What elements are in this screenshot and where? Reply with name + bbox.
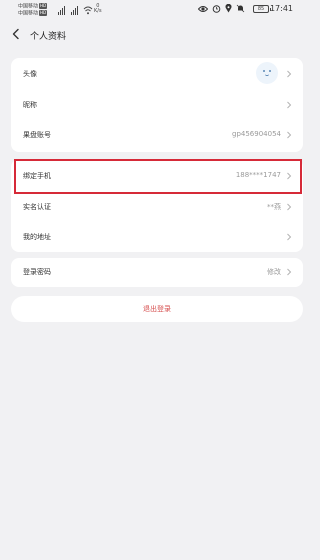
password-row[interactable]: 登录密码 修改	[11, 258, 303, 287]
back-arrow-icon[interactable]	[10, 28, 22, 40]
realname-label: 实名认证	[23, 203, 51, 211]
eye-icon	[198, 5, 208, 12]
wifi-icon	[83, 6, 93, 15]
chevron-right-icon	[287, 203, 292, 211]
avatar-label: 头像	[23, 70, 37, 78]
account-row: 果盘账号 gp456904054	[11, 120, 303, 152]
profile-card: 头像 昵称 果盘账号 gp456904054	[11, 58, 303, 152]
carrier-2-label: 中国移动	[18, 10, 39, 17]
avatar[interactable]	[256, 62, 278, 84]
account-value: gp456904054	[232, 130, 281, 138]
address-label: 我的地址	[23, 233, 51, 241]
net-speed-unit: K/s	[94, 8, 102, 14]
location-icon	[225, 4, 232, 13]
clock: 17:41	[269, 4, 293, 13]
address-row[interactable]: 我的地址	[11, 222, 303, 252]
hd-badge-2: HD	[39, 10, 48, 16]
carrier-1-label: 中国移动	[18, 3, 39, 10]
bell-mute-icon	[236, 4, 245, 13]
alarm-icon	[212, 5, 221, 13]
realname-row[interactable]: 实名认证 **燕	[11, 192, 303, 222]
password-change-link[interactable]: 修改	[267, 267, 281, 277]
signal-icon	[58, 5, 93, 15]
chevron-right-icon	[287, 70, 292, 78]
nickname-row[interactable]: 昵称	[11, 90, 303, 120]
battery-level: 85	[257, 6, 265, 12]
page-title: 个人资料	[30, 32, 67, 42]
status-bar: 中国移动 HD 中国移动 HD 0 K/s 85 17:41	[0, 0, 315, 22]
chevron-right-icon	[287, 233, 292, 241]
carrier-1: 中国移动 HD	[18, 3, 48, 10]
account-label: 果盘账号	[23, 131, 51, 139]
highlight-box	[14, 159, 302, 194]
status-icons	[198, 4, 245, 13]
hd-badge: HD	[39, 3, 48, 9]
chevron-right-icon	[287, 268, 292, 276]
password-label: 登录密码	[23, 268, 51, 276]
battery-icon: 85	[253, 5, 271, 13]
logout-button[interactable]: 退出登录	[11, 296, 303, 322]
header: 个人资料	[0, 22, 315, 48]
chevron-right-icon	[287, 131, 292, 139]
chevron-right-icon	[287, 101, 292, 109]
password-card: 登录密码 修改	[11, 258, 303, 287]
realname-value: **燕	[267, 203, 281, 211]
avatar-row[interactable]: 头像	[11, 58, 303, 90]
net-speed: 0 K/s	[94, 4, 102, 14]
carrier-2: 中国移动 HD	[18, 10, 48, 17]
nickname-label: 昵称	[23, 101, 37, 109]
